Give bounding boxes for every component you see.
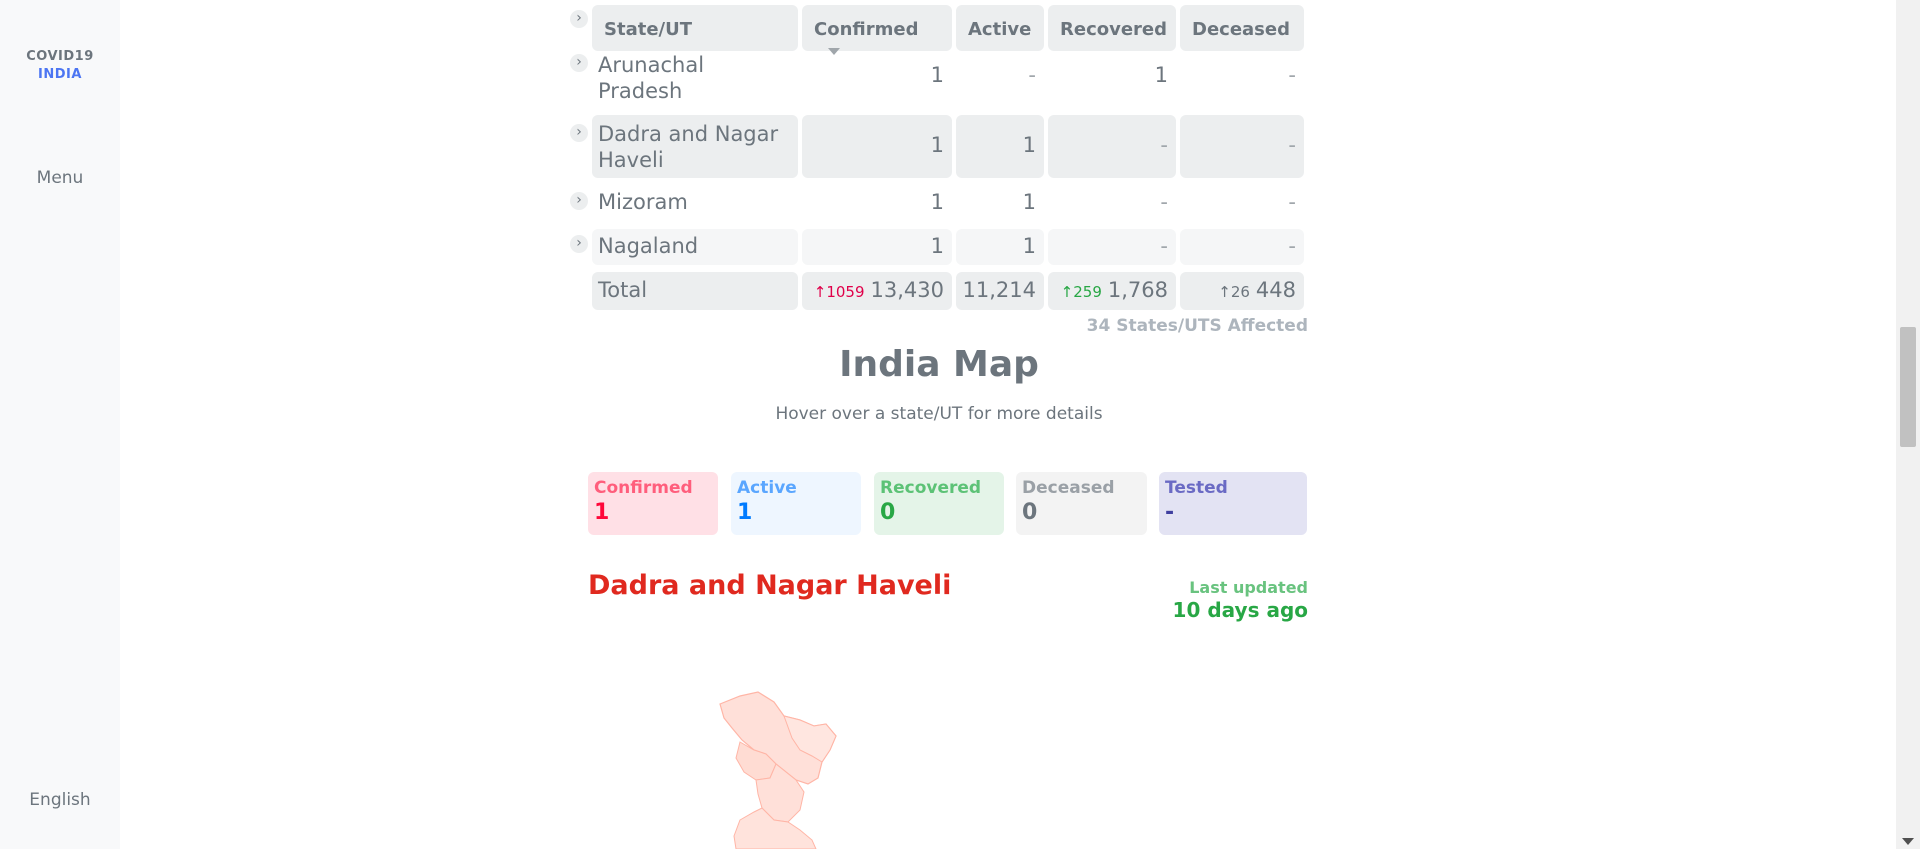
chevron-right-icon[interactable]: › (570, 235, 588, 253)
header-state[interactable]: State/UT (592, 5, 798, 51)
row-recovered: 1 (1154, 63, 1168, 87)
row-confirmed: 1 (930, 190, 944, 214)
table-row[interactable]: › Nagaland 1 1 - - (570, 229, 1308, 266)
arrow-up-icon: ↑ (1060, 283, 1074, 301)
stat-active: Active 1 (731, 472, 861, 535)
row-state-name: Nagaland (592, 229, 798, 265)
header-active[interactable]: Active (956, 5, 1044, 51)
page-scrollbar[interactable] (1896, 0, 1920, 849)
stat-recovered: Recovered 0 (874, 472, 1004, 535)
row-deceased: - (1180, 229, 1304, 265)
last-updated-value: 10 days ago (1172, 598, 1308, 622)
row-deceased: - (1288, 63, 1296, 87)
total-label: Total (592, 272, 798, 310)
chevron-right-icon[interactable]: › (570, 10, 588, 28)
header-confirmed[interactable]: Confirmed (802, 5, 952, 55)
stat-deceased: Deceased 0 (1016, 472, 1147, 535)
row-state-name: Mizoram (598, 190, 688, 214)
row-active: 1 (956, 115, 1044, 178)
table-header: › State/UT Confirmed Active Recovered De… (570, 5, 1308, 55)
row-active: 1 (1022, 190, 1036, 214)
stat-tested: Tested - (1159, 472, 1307, 535)
row-recovered: - (1160, 190, 1168, 214)
row-recovered: - (1048, 115, 1176, 178)
total-confirmed-delta: 1059 (826, 283, 865, 301)
total-confirmed: ↑1059 13,430 (802, 272, 952, 310)
total-recovered-delta: 259 (1073, 283, 1102, 301)
stat-confirmed: Confirmed 1 (588, 472, 718, 535)
arrow-up-icon: ↑ (813, 283, 827, 301)
map-subtitle: Hover over a state/UT for more details (775, 404, 1103, 424)
affected-count: 34 States/UTS Affected (1086, 316, 1308, 336)
row-confirmed: 1 (802, 229, 952, 265)
total-deceased: ↑26 448 (1180, 272, 1304, 310)
chevron-right-icon[interactable]: › (570, 192, 588, 210)
sidebar: COVID19 INDIA Menu English (0, 0, 120, 849)
map-title: India Map (839, 344, 1039, 385)
total-deceased-delta: 26 (1230, 283, 1250, 301)
logo[interactable]: COVID19 INDIA (0, 48, 120, 84)
table-row[interactable]: › Mizoram 1 1 - - (570, 190, 1308, 220)
menu-button[interactable]: Menu (0, 168, 120, 188)
scrollbar-thumb[interactable] (1900, 327, 1916, 447)
row-state-name: Arunachal Pradesh (598, 53, 705, 103)
row-deceased: - (1288, 190, 1296, 214)
last-updated-label: Last updated (1189, 578, 1308, 597)
header-recovered[interactable]: Recovered (1048, 5, 1176, 51)
table-row[interactable]: › Arunachal Pradesh 1 - 1 - (570, 52, 1308, 103)
selected-state-name: Dadra and Nagar Haveli (588, 570, 952, 601)
logo-line2: INDIA (38, 67, 82, 82)
row-state-name: Dadra and Nagar Haveli (592, 115, 798, 178)
row-deceased: - (1180, 115, 1304, 178)
language-button[interactable]: English (0, 790, 120, 810)
chevron-right-icon[interactable]: › (570, 124, 588, 142)
row-active: 1 (956, 229, 1044, 265)
row-confirmed: 1 (930, 63, 944, 87)
table-row[interactable]: › Dadra and Nagar Haveli 1 1 - - (570, 115, 1308, 178)
total-active: 11,214 (956, 272, 1044, 310)
total-recovered: ↑259 1,768 (1048, 272, 1176, 310)
row-recovered: - (1048, 229, 1176, 265)
total-row: Total ↑1059 13,430 11,214 ↑259 1,768 ↑26 44… (570, 272, 1308, 310)
row-confirmed: 1 (802, 115, 952, 178)
logo-line1: COVID19 (26, 49, 94, 64)
header-deceased[interactable]: Deceased (1180, 5, 1304, 51)
scroll-down-icon[interactable] (1902, 838, 1914, 845)
india-map[interactable] (700, 680, 920, 849)
row-active: - (1028, 63, 1036, 87)
chevron-right-icon[interactable]: › (570, 54, 588, 72)
arrow-up-icon: ↑ (1218, 283, 1231, 301)
